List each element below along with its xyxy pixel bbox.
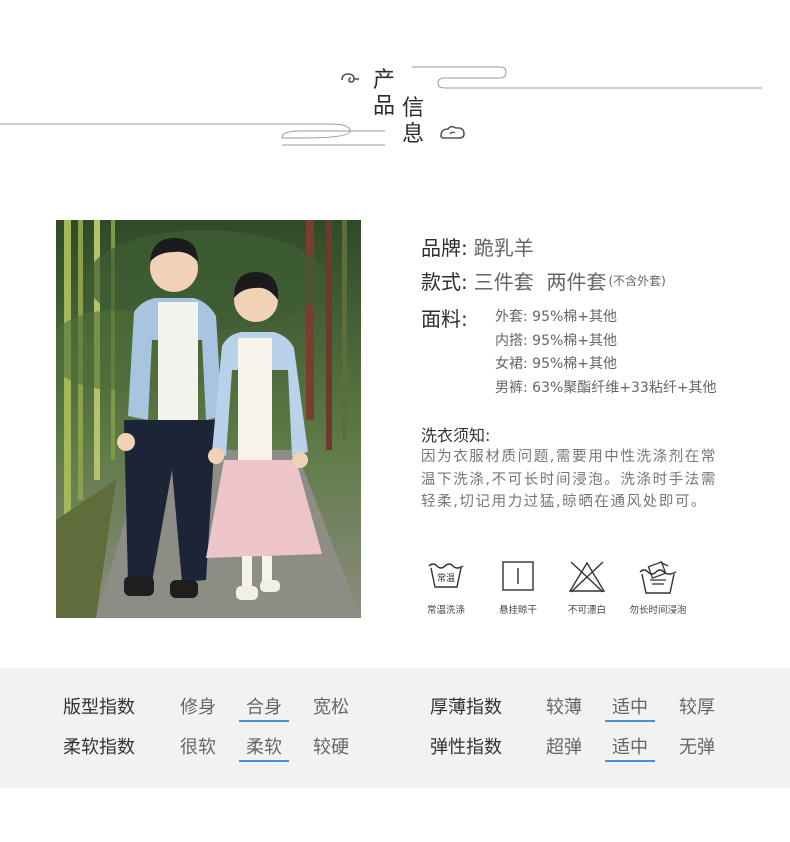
index-fit-selected-underline	[239, 720, 289, 722]
index-elasticity-option-2: 适中	[612, 737, 648, 758]
index-fit-option-1: 修身	[180, 697, 216, 718]
index-softness-selected-underline	[239, 760, 289, 762]
title-char-3: 信	[402, 96, 425, 121]
normal-temp-wash-icon: 常温	[428, 563, 464, 588]
wash-item-no-soak: 勿长时间浸泡	[613, 558, 703, 618]
index-thickness-selected-underline	[605, 720, 655, 722]
product-photo-illustration	[56, 220, 361, 618]
wash-title: 洗衣须知:	[421, 426, 491, 445]
index-thickness-option-1: 较薄	[546, 697, 582, 718]
cloud-icon-right	[440, 125, 465, 139]
fabric-item-inner: 内搭: 95%棉+其他	[495, 332, 618, 349]
fabric-item-skirt: 女裙: 95%棉+其他	[495, 356, 618, 372]
wash-icons: 常温 常温洗涤 悬挂晾干 不可漂白 勿长时间浸泡	[421, 558, 751, 618]
wash-text: 因为衣服材质问题,需要用中性洗涤剂在常温下洗涤,不可长时间浸泡。洗涤时手法需轻柔…	[421, 449, 718, 510]
index-band: 版型指数 修身 合身 宽松 厚薄指数 较薄 适中 较厚 柔软指数 很软 柔软 较…	[0, 668, 790, 788]
index-fit-option-2: 合身	[246, 697, 282, 718]
index-softness-option-3: 较硬	[313, 737, 349, 758]
style-label: 款式:	[421, 269, 468, 294]
index-label-elasticity: 弹性指数	[430, 737, 502, 758]
no-bleach-icon	[568, 561, 606, 593]
fabric-label: 面料:	[421, 307, 468, 331]
product-photo	[56, 220, 361, 618]
cloud-icon	[341, 73, 359, 83]
fabric-item-pants: 男裤: 63%聚酯纤维+33粘纤+其他	[495, 379, 717, 396]
brand-row: 品牌: 跪乳羊	[421, 228, 534, 264]
hang-dry-icon	[502, 561, 534, 591]
index-elasticity-selected-underline	[605, 760, 655, 762]
index-softness-option-1: 很软	[180, 737, 216, 758]
title-char-1: 产	[373, 68, 396, 93]
wash-icon-inner-text: 常温	[437, 572, 455, 584]
style-note: (不含外套)	[608, 273, 666, 288]
brand-label: 品牌:	[421, 235, 468, 260]
index-thickness-option-3: 较厚	[679, 697, 715, 718]
index-elasticity-option-3: 无弹	[679, 737, 715, 758]
index-softness-option-2: 柔软	[246, 737, 282, 758]
no-long-soak-icon	[639, 561, 677, 594]
style-row: 款式: 三件套 两件套 (不含外套)	[421, 262, 666, 298]
title-char-2: 品	[373, 94, 396, 119]
index-thickness-option-2: 适中	[612, 697, 648, 718]
fabric-item-coat: 外套: 95%棉+其他	[495, 309, 618, 325]
index-elasticity-option-1: 超弹	[546, 737, 582, 758]
section-header: 产 品 信 息	[0, 0, 790, 180]
index-label-fit: 版型指数	[63, 697, 135, 718]
fabric-list: 外套: 95%棉+其他 内搭: 95%棉+其他 女裙: 95%棉+其他 男裤: …	[495, 306, 785, 400]
title-char-4: 息	[402, 122, 425, 147]
index-label-thickness: 厚薄指数	[430, 697, 502, 718]
style-value: 三件套 两件套	[473, 269, 607, 294]
brand-value: 跪乳羊	[473, 235, 534, 260]
index-label-softness: 柔软指数	[63, 737, 135, 758]
index-fit-option-3: 宽松	[313, 697, 349, 718]
wash-caption-no-soak: 勿长时间浸泡	[629, 605, 687, 616]
